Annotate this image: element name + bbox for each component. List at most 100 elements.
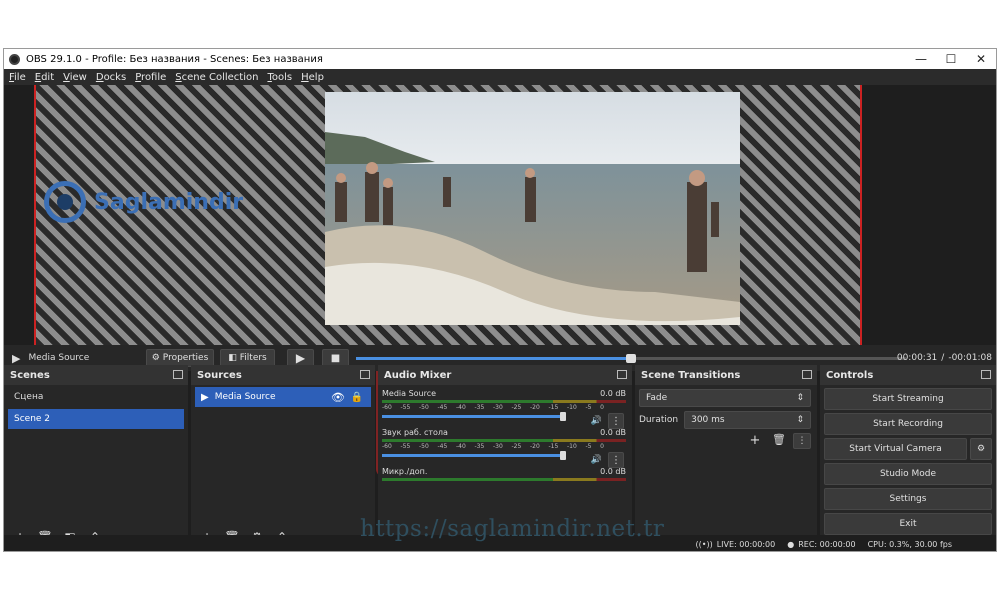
channel-name: Media Source (382, 389, 437, 398)
logo-text: Saglamindir (94, 189, 244, 215)
obs-window: OBS 29.1.0 - Profile: Без названия - Sce… (3, 48, 997, 552)
title-bar: OBS 29.1.0 - Profile: Без названия - Sce… (4, 49, 996, 69)
watermark-url: https://saglamindir.net.tr (360, 516, 665, 542)
menu-view[interactable]: View (63, 72, 87, 83)
saglamindir-logo-icon (44, 181, 86, 223)
selected-source-name: Media Source (28, 353, 90, 363)
beach-video-frame (325, 92, 740, 325)
eye-icon[interactable]: 👁 (331, 391, 345, 404)
transition-select[interactable]: Fade ⇕ (639, 389, 811, 407)
more-icon[interactable]: ⋮ (608, 413, 624, 429)
start-virtual-camera-button[interactable]: Start Virtual Camera (824, 438, 967, 460)
cpu-status: CPU: 0.3%, 30.00 fps (867, 539, 952, 549)
speaker-icon[interactable]: 🔊 (591, 416, 602, 426)
sources-title: Sources (197, 369, 242, 381)
transitions-header: Scene Transitions (635, 365, 817, 385)
settings-button[interactable]: Settings (824, 488, 992, 510)
sources-dock: Sources ▶ Media Source 👁 🔒 + 🗑 ⚙ ⌃ ⌄ (191, 365, 375, 551)
rec-status: REC: 00:00:00 (798, 539, 856, 549)
seek-handle[interactable] (626, 354, 636, 363)
maximize-button[interactable]: ☐ (936, 49, 966, 69)
menu-bar: File Edit View Docks Profile Scene Colle… (4, 69, 996, 85)
channel-name: Микр./доп. (382, 467, 428, 476)
audio-mixer-header: Audio Mixer (378, 365, 632, 385)
duration-value: 300 ms (691, 415, 725, 425)
preview-area[interactable]: Saglamindir (4, 85, 996, 477)
volume-meter (382, 478, 626, 481)
more-icon[interactable]: ⋮ (608, 452, 624, 468)
media-seek-bar[interactable] (356, 354, 906, 363)
studio-mode-button[interactable]: Studio Mode (824, 463, 992, 485)
speaker-icon[interactable]: 🔊 (591, 455, 602, 465)
exit-button[interactable]: Exit (824, 513, 992, 535)
controls-title: Controls (826, 369, 874, 381)
properties-label: Properties (162, 353, 209, 363)
obs-logo-icon (9, 53, 20, 65)
menu-edit[interactable]: Edit (35, 72, 54, 83)
meter-ticks: -60 -55 -50 -45 -40 -35 -30 -25 -20 -15 -10 -5 0 (382, 443, 604, 450)
undock-icon[interactable] (802, 370, 812, 379)
menu-scene-collection[interactable]: Scene Collection (175, 72, 258, 83)
audio-channel: Media Source 0.0 dB -60 -55 -50 -45 -40 -35 -30… (382, 389, 626, 429)
scene-item[interactable]: Сцена (8, 387, 184, 407)
live-status: LIVE: 00:00:00 (716, 539, 776, 549)
controls-header: Controls (820, 365, 996, 385)
transitions-title: Scene Transitions (641, 369, 741, 381)
audio-channel: Микр./доп. 0.0 dB (382, 467, 626, 481)
transition-selected: Fade (646, 393, 668, 403)
filters-icon: ◧ (228, 353, 237, 363)
volume-slider[interactable] (382, 451, 566, 460)
undock-icon[interactable] (981, 370, 991, 379)
window-title: OBS 29.1.0 - Profile: Без названия - Sce… (26, 53, 323, 65)
source-item-label: Media Source (214, 392, 276, 402)
time-remaining: -00:01:08 (948, 353, 992, 363)
menu-file[interactable]: File (9, 72, 26, 83)
channel-name: Звук раб. стола (382, 428, 448, 437)
controls-dock: Controls Start Streaming Start Recording… (820, 365, 996, 551)
channel-db: 0.0 dB (600, 389, 626, 398)
media-source-preview[interactable] (325, 92, 740, 325)
duration-label: Duration (639, 415, 679, 425)
volume-meter (382, 439, 626, 442)
volume-meter (382, 400, 626, 403)
scene-item-selected[interactable]: Scene 2 (8, 409, 184, 429)
undock-icon[interactable] (617, 370, 627, 379)
undock-icon[interactable] (360, 370, 370, 379)
time-current: 00:00:31 (896, 353, 938, 363)
menu-profile[interactable]: Profile (135, 72, 166, 83)
updown-icon: ⇕ (796, 393, 804, 403)
spin-icon: ⇕ (796, 415, 804, 425)
duration-input[interactable]: 300 ms ⇕ (684, 411, 811, 429)
scenes-dock: Scenes Сцена Scene 2 + 🗑 ◧ ⌃ ⌄ (4, 365, 188, 551)
audio-mixer-title: Audio Mixer (384, 369, 452, 381)
close-button[interactable]: ✕ (966, 49, 996, 69)
scenes-title: Scenes (10, 369, 50, 381)
gear-icon: ⚙ (151, 353, 160, 363)
live-icon: ((•)) (695, 539, 713, 549)
volume-slider[interactable] (382, 412, 566, 421)
play-status-icon: ▶ (12, 351, 21, 365)
scenes-header: Scenes (4, 365, 188, 385)
add-transition-icon[interactable]: + (745, 433, 765, 449)
undock-icon[interactable] (173, 370, 183, 379)
gear-icon[interactable]: ⚙ (970, 438, 992, 460)
channel-db: 0.0 dB (600, 428, 626, 437)
menu-docks[interactable]: Docks (96, 72, 126, 83)
saglamindir-logo: Saglamindir (44, 181, 243, 223)
menu-tools[interactable]: Tools (267, 72, 292, 83)
lock-icon[interactable]: 🔒 (351, 392, 363, 403)
duration-row: Duration 300 ms ⇕ (639, 411, 811, 429)
source-item-selected[interactable]: ▶ Media Source 👁 🔒 (195, 387, 371, 407)
start-recording-button[interactable]: Start Recording (824, 413, 992, 435)
more-icon[interactable]: ⋮ (793, 433, 811, 449)
filters-label: Filters (239, 353, 267, 363)
meter-ticks: -60 -55 -50 -45 -40 -35 -30 -25 -20 -15 -10 -5 0 (382, 404, 604, 411)
trash-icon[interactable]: 🗑 (769, 433, 789, 449)
start-streaming-button[interactable]: Start Streaming (824, 388, 992, 410)
time-separator: / (941, 353, 945, 363)
audio-channel: Звук раб. стола 0.0 dB -60 -55 -50 -45 -40 -35… (382, 428, 626, 468)
channel-db: 0.0 dB (600, 467, 626, 476)
minimize-button[interactable]: — (906, 49, 936, 69)
menu-help[interactable]: Help (301, 72, 324, 83)
sources-header: Sources (191, 365, 375, 385)
